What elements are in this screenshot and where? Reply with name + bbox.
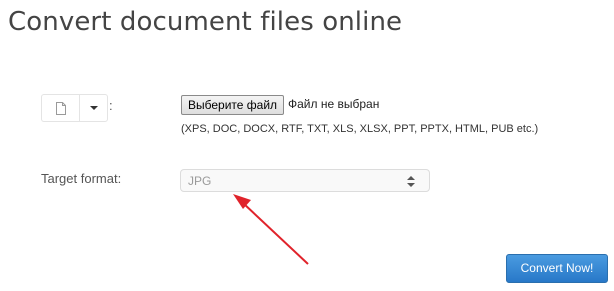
source-colon: : xyxy=(109,98,113,113)
source-dropdown-button[interactable] xyxy=(79,94,108,122)
target-format-value: JPG xyxy=(188,174,212,188)
target-format-label: Target format: xyxy=(41,171,122,186)
page: Convert document files online : Выберите… xyxy=(0,0,614,291)
source-button-group xyxy=(41,94,108,122)
red-arrow-icon xyxy=(233,194,309,265)
choose-file-button[interactable]: Выберите файл xyxy=(181,95,285,115)
file-icon xyxy=(55,101,66,115)
supported-formats-hint: (XPS, DOC, DOCX, RTF, TXT, XLS, XLSX, PP… xyxy=(181,123,539,135)
convert-now-button[interactable]: Convert Now! xyxy=(506,254,608,283)
target-format-select[interactable]: JPG xyxy=(180,169,430,192)
page-title: Convert document files online xyxy=(8,7,403,37)
caret-down-icon xyxy=(89,106,98,110)
updown-arrows-icon xyxy=(407,176,415,187)
file-status-text: Файл не выбран xyxy=(288,97,380,111)
source-file-button[interactable] xyxy=(41,94,79,122)
